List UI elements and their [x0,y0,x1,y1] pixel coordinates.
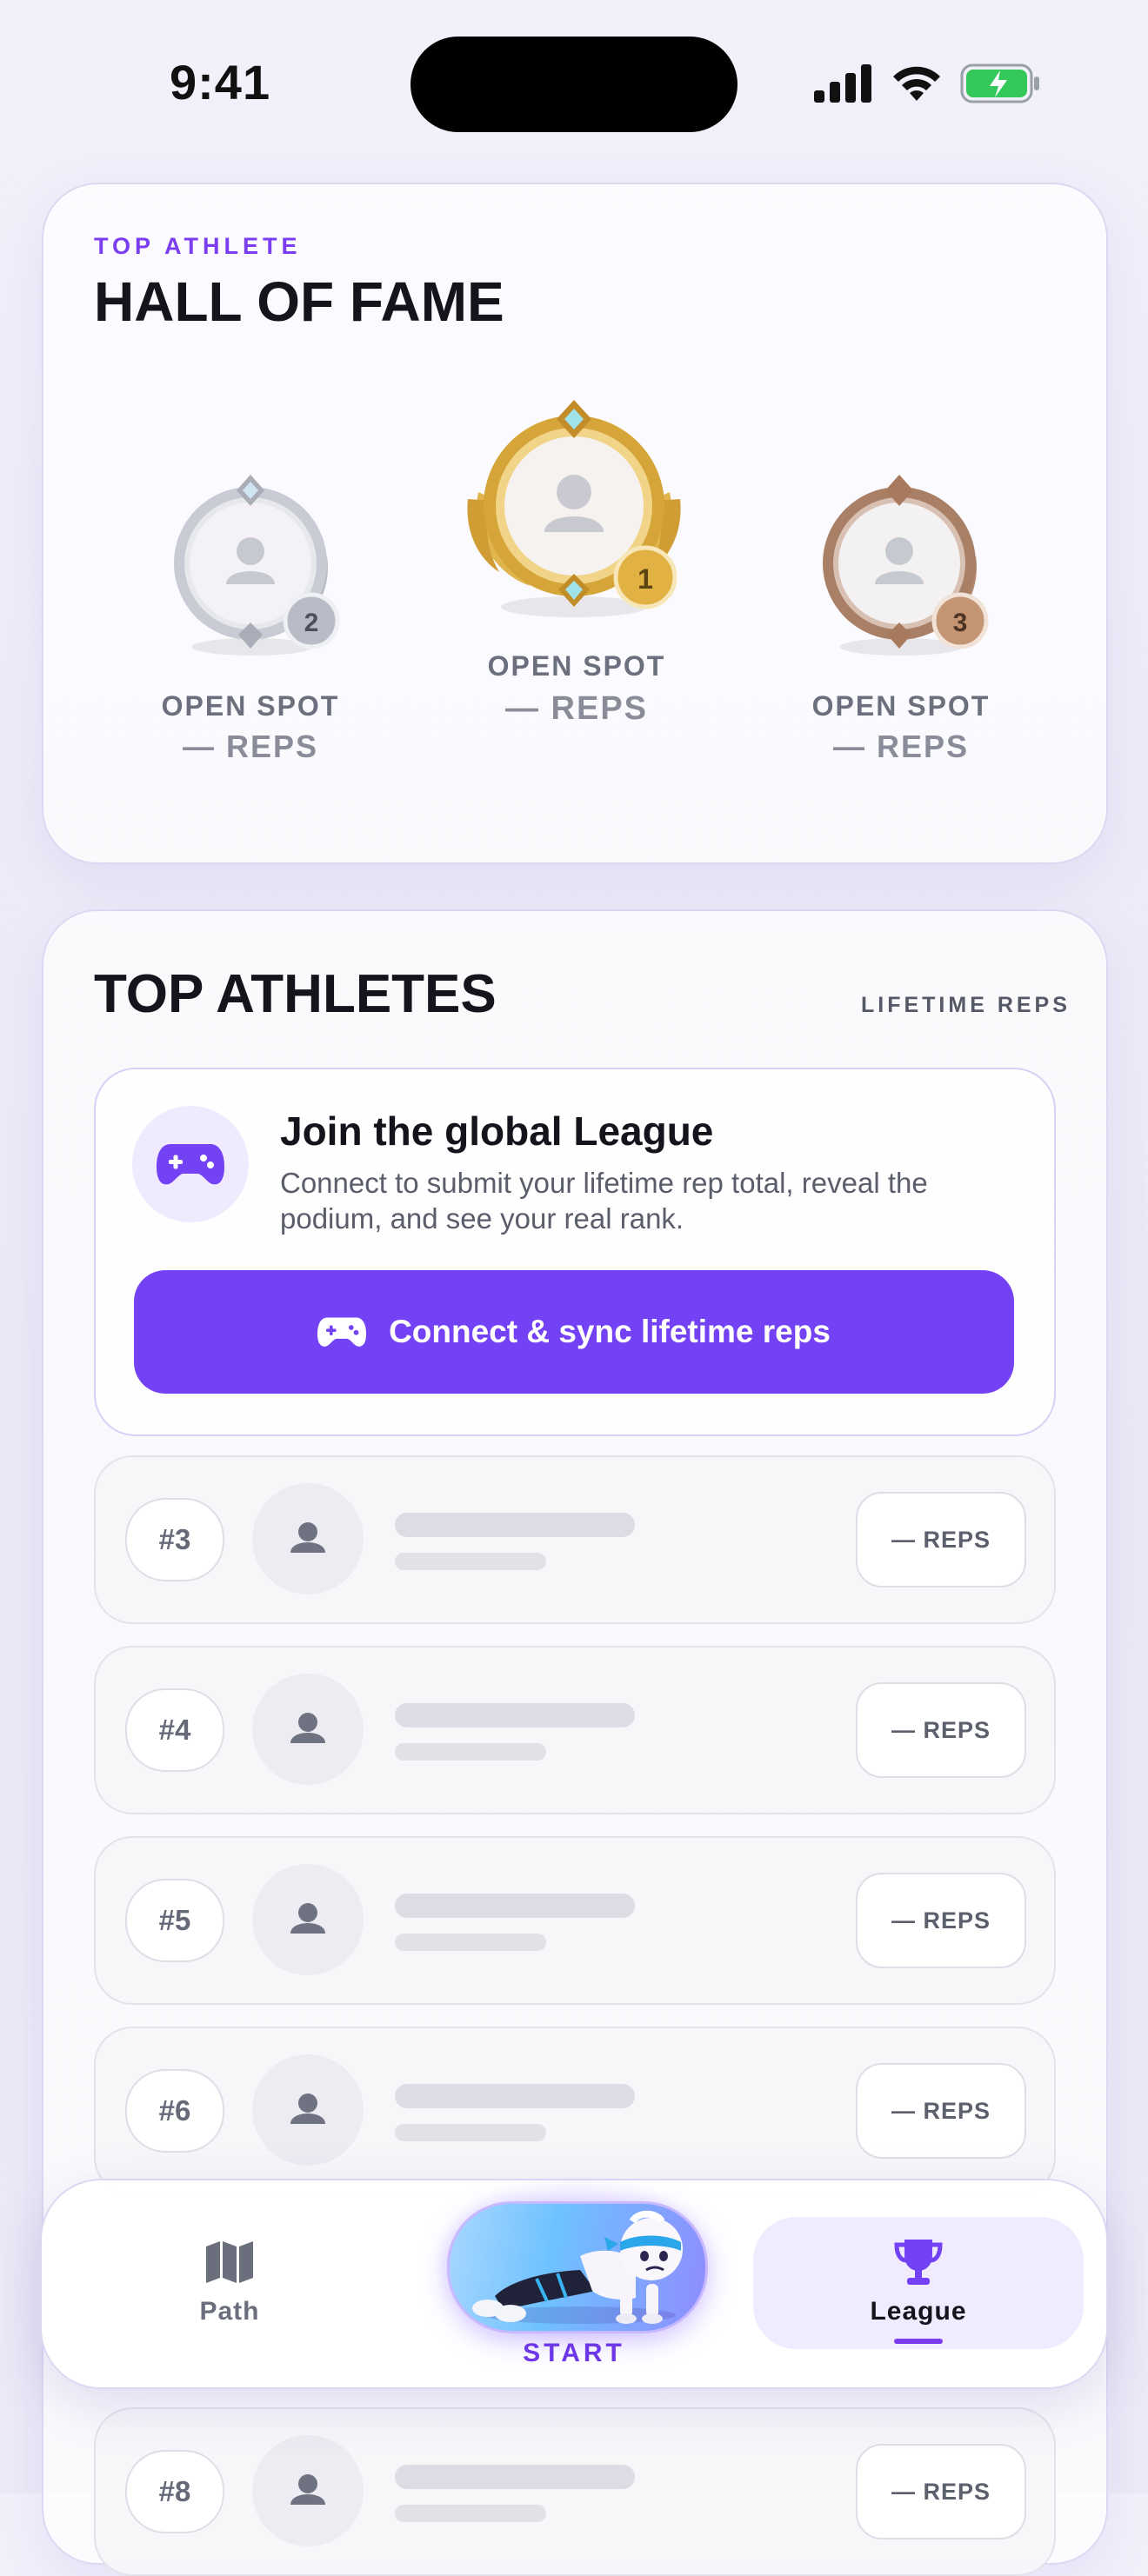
leaderboard-row[interactable]: #3 — REPS [94,1455,1056,1624]
reps-pill: — REPS [856,2444,1026,2539]
avatar [252,1483,364,1594]
reps-pill: — REPS [856,1682,1026,1778]
pushup-mascot-icon [472,2210,683,2324]
leaderboard-row[interactable]: #5 — REPS [94,1836,1056,2005]
avatar [252,1674,364,1785]
battery-charging-icon [960,63,1039,103]
leaderboard-row[interactable]: #6 — REPS [94,2027,1056,2195]
status-time: 9:41 [170,55,271,110]
active-tab-indicator [894,2339,943,2344]
join-league-title: Join the global League [280,1108,714,1154]
trophy-icon [894,2240,943,2285]
avatar [252,1864,364,1975]
person-icon [290,1522,325,1553]
gamepad-icon [157,1144,224,1185]
reps-pill: — REPS [856,1873,1026,1968]
detail-placeholder [395,1934,546,1951]
join-league-description: Connect to submit your lifetime rep tota… [280,1167,928,1235]
rank-badge-1: 1 [637,563,653,595]
detail-placeholder [395,1743,546,1761]
podium-2-name: OPEN SPOT [161,690,340,722]
map-icon [206,2241,253,2283]
rank-pill: #4 [125,1688,224,1772]
person-icon [290,2474,325,2505]
rank-pill: #3 [125,1498,224,1581]
name-placeholder [395,1513,635,1537]
detail-placeholder [395,1553,546,1570]
leaderboard-row[interactable]: #8 — REPS [94,2407,1056,2576]
podium-3-name: OPEN SPOT [811,690,991,722]
person-icon [290,2093,325,2124]
hall-of-fame-title: HALL OF FAME [94,270,504,333]
tab-league-label: League [870,2297,967,2326]
wifi-icon [893,66,940,101]
leaderboard-row[interactable]: #4 — REPS [94,1646,1056,1814]
name-placeholder [395,2084,635,2108]
rank-badge-3: 3 [953,609,968,637]
connect-sync-button[interactable]: Connect & sync lifetime reps [134,1270,1014,1394]
podium-2-reps: — REPS [182,729,319,764]
start-label[interactable]: START [487,2339,661,2368]
lifetime-reps-label: LIFETIME REPS [861,993,1071,1017]
podium-1-reps: — REPS [504,690,649,727]
person-icon [290,1713,325,1743]
hall-of-fame-eyebrow: TOP ATHLETE [94,233,302,259]
gamepad-icon [317,1317,367,1347]
person-icon [290,1903,325,1934]
podium-3-reps: — REPS [832,729,970,764]
podium-1-name: OPEN SPOT [487,650,666,682]
reps-pill: — REPS [856,1492,1026,1588]
name-placeholder [395,1703,635,1727]
tab-league[interactable]: League [840,2226,997,2347]
detail-placeholder [395,2124,546,2141]
tab-path-label: Path [199,2297,260,2326]
rank-pill: #5 [125,1879,224,1962]
tab-path[interactable]: Path [157,2226,303,2347]
bronze-medal-frame: 3 [823,475,989,656]
start-button[interactable] [447,2201,708,2333]
silver-medal-frame: 2 [174,475,340,656]
detail-placeholder [395,2505,546,2522]
name-placeholder [395,1894,635,1918]
rank-pill: #8 [125,2450,224,2533]
connect-sync-label: Connect & sync lifetime reps [389,1314,831,1349]
top-athletes-title: TOP ATHLETES [94,964,497,1024]
cellular-signal-icon [814,63,873,103]
dynamic-island [410,37,738,132]
avatar [252,2435,364,2546]
reps-pill: — REPS [856,2063,1026,2159]
rank-pill: #6 [125,2069,224,2153]
avatar [252,2054,364,2166]
name-placeholder [395,2465,635,2489]
gold-medal-frame: 1 [467,400,681,617]
rank-badge-2: 2 [304,609,319,637]
